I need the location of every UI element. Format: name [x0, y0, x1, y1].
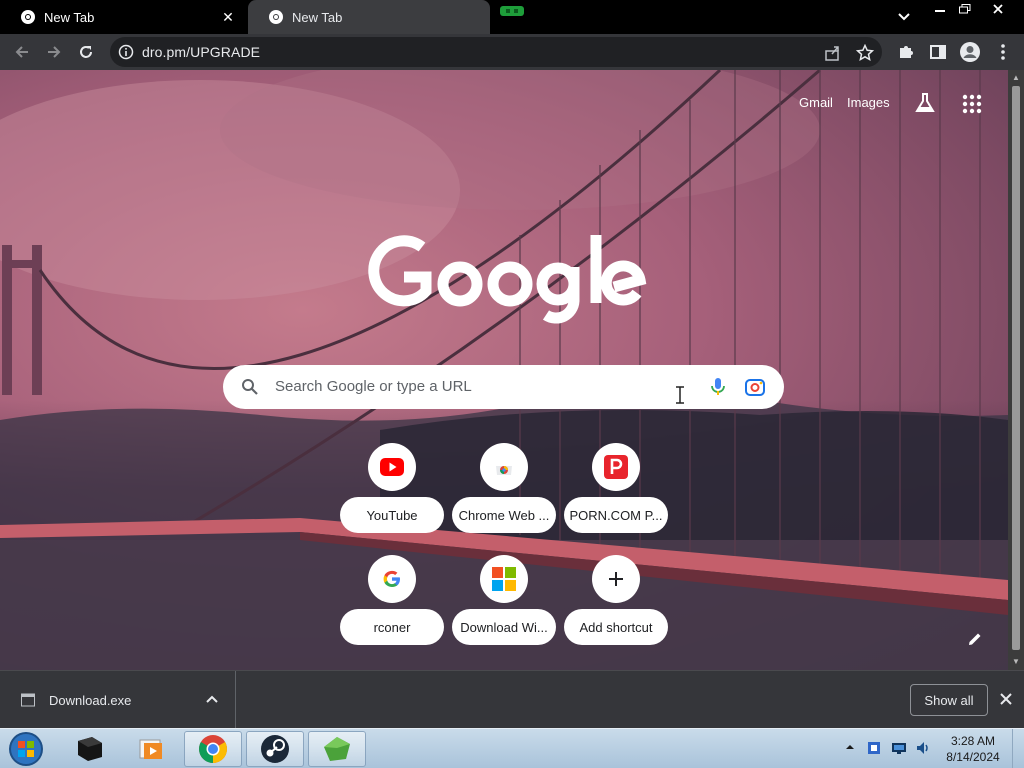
scroll-down-icon[interactable]: ▼	[1011, 657, 1021, 667]
download-item[interactable]: Download.exe	[0, 671, 236, 729]
chrome-web-store-icon	[480, 443, 528, 491]
shortcut-label: Download Wi...	[452, 609, 556, 645]
taskbar-media-player[interactable]	[122, 731, 180, 767]
exe-file-icon	[21, 693, 35, 707]
show-desktop-button[interactable]	[1012, 729, 1024, 768]
search-placeholder[interactable]: Search Google or type a URL	[275, 378, 472, 395]
shortcut-tile-add-shortcut[interactable]: Add shortcut	[564, 555, 668, 655]
google-icon	[368, 555, 416, 603]
shortcut-tile-porn-com[interactable]: PORN.COM P...	[564, 443, 668, 543]
text-cursor-icon	[676, 386, 684, 404]
network-icon[interactable]	[891, 740, 907, 756]
tab-title: New Tab	[292, 9, 343, 25]
windows-start-orb-icon[interactable]	[6, 730, 46, 768]
url-text[interactable]: dro.pm/UPGRADE	[142, 44, 260, 60]
forward-arrow-icon[interactable]	[41, 39, 67, 65]
tab-new-tab-2[interactable]: New Tab	[248, 0, 490, 34]
gmail-link[interactable]: Gmail	[799, 95, 833, 110]
share-icon[interactable]	[824, 44, 842, 62]
chrome-favicon-icon	[269, 10, 283, 24]
images-link[interactable]: Images	[847, 95, 890, 110]
customize-pencil-icon[interactable]	[964, 628, 986, 650]
extensions-puzzle-icon[interactable]	[896, 42, 916, 62]
chrome-icon	[199, 735, 227, 763]
bookmark-star-icon[interactable]	[856, 44, 874, 62]
shortcut-label: Add shortcut	[564, 609, 668, 645]
plus-icon	[592, 555, 640, 603]
shortcut-tile-youtube[interactable]: YouTube	[340, 443, 444, 543]
browser-toolbar: dro.pm/UPGRADE	[0, 34, 1024, 70]
taskbar-terminal-app[interactable]	[60, 731, 118, 767]
shortcut-label: PORN.COM P...	[564, 497, 668, 533]
scrollbar-thumb[interactable]	[1012, 86, 1020, 650]
show-hidden-icons-arrow-icon[interactable]	[845, 742, 855, 752]
taskbar-steam[interactable]	[246, 731, 304, 767]
google-lens-camera-icon[interactable]	[744, 377, 766, 397]
site-info-icon[interactable]	[118, 44, 134, 60]
chrome-menu-icon[interactable]	[993, 42, 1013, 62]
side-panel-icon[interactable]	[928, 42, 948, 62]
microsoft-icon	[480, 555, 528, 603]
clock-time[interactable]: 3:28 AM	[942, 734, 1004, 748]
show-all-button[interactable]: Show all	[910, 684, 988, 716]
page-scrollbar[interactable]: ▲ ▼	[1008, 70, 1024, 670]
ntp-search-box[interactable]: Search Google or type a URL	[223, 365, 784, 409]
profile-avatar-icon[interactable]	[958, 40, 982, 64]
google-apps-grid-icon[interactable]	[962, 94, 982, 114]
steam-icon	[261, 735, 289, 763]
youtube-icon	[368, 443, 416, 491]
shortcut-tile-download-windows[interactable]: Download Wi...	[452, 555, 556, 655]
green-cube-icon	[324, 737, 350, 761]
close-window-icon[interactable]	[980, 0, 1016, 18]
google-logo	[368, 235, 647, 324]
search-icon	[242, 379, 258, 395]
close-download-bar-icon[interactable]	[997, 690, 1015, 708]
android-indicator-icon	[500, 6, 524, 16]
download-shelf: Download.exe Show all	[0, 670, 1024, 729]
shortcut-label: YouTube	[340, 497, 444, 533]
tray-app-icon[interactable]	[866, 740, 882, 756]
tab-strip: New Tab ✕ New Tab	[0, 0, 1024, 34]
windows-taskbar: 3:28 AM 8/14/2024	[0, 728, 1024, 768]
shortcut-tile-rconer[interactable]: rconer	[340, 555, 444, 655]
tab-close-icon[interactable]: ✕	[218, 7, 238, 27]
clock-date[interactable]: 8/14/2024	[942, 750, 1004, 764]
shortcut-label: rconer	[340, 609, 444, 645]
porn-com-icon	[592, 443, 640, 491]
download-file-name[interactable]: Download.exe	[49, 693, 131, 708]
new-tab-page: Gmail Images Search Google or type a URL	[0, 70, 1008, 670]
labs-flask-icon[interactable]	[914, 92, 936, 114]
minimize-window-icon[interactable]	[929, 0, 951, 18]
tab-title: New Tab	[44, 9, 95, 25]
tab-search-dropdown-icon[interactable]	[893, 6, 915, 28]
tab-new-tab-1[interactable]: New Tab ✕	[0, 0, 242, 34]
black-cube-icon	[78, 737, 102, 761]
restore-window-icon[interactable]	[953, 0, 977, 18]
shortcut-label: Chrome Web ...	[452, 497, 556, 533]
taskbar-chrome[interactable]	[184, 731, 242, 767]
chevron-up-icon[interactable]	[204, 691, 220, 707]
shortcut-tile-chrome-web-store[interactable]: Chrome Web ...	[452, 443, 556, 543]
volume-icon[interactable]	[915, 740, 931, 756]
address-bar[interactable]: dro.pm/UPGRADE	[110, 37, 882, 67]
chrome-favicon-icon	[21, 10, 35, 24]
media-player-icon	[139, 739, 162, 759]
scroll-up-icon[interactable]: ▲	[1011, 73, 1021, 83]
taskbar-green-app[interactable]	[308, 731, 366, 767]
reload-icon[interactable]	[73, 39, 99, 65]
back-arrow-icon[interactable]	[9, 39, 35, 65]
voice-search-mic-icon[interactable]	[709, 377, 727, 397]
